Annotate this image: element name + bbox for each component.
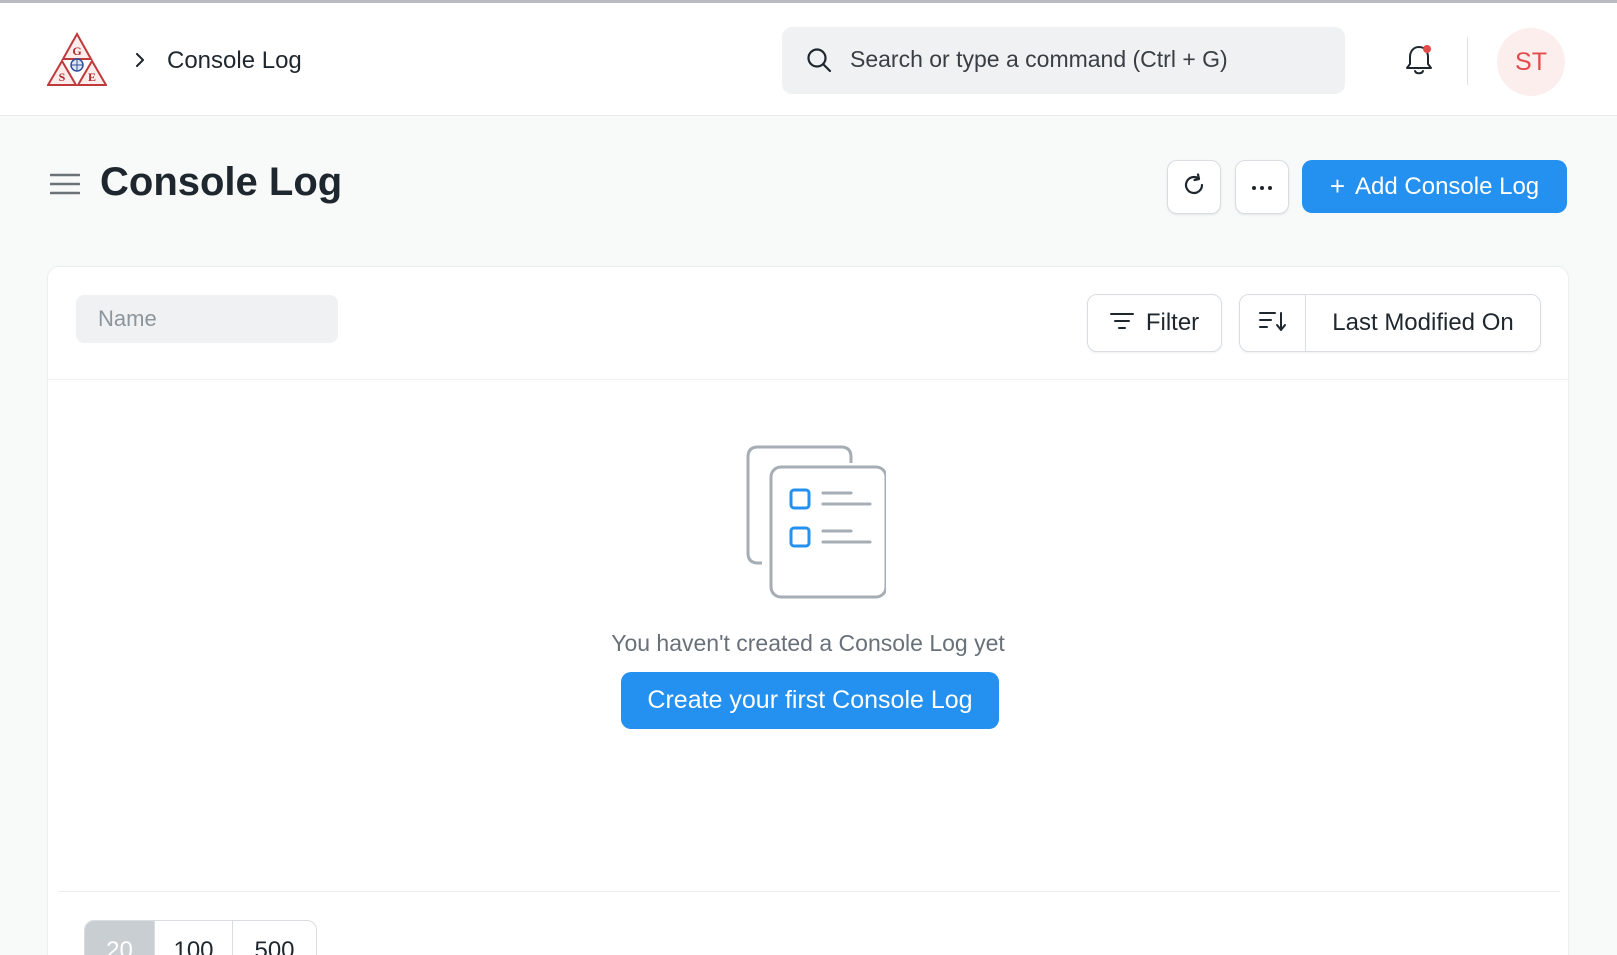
paging-divider bbox=[58, 891, 1560, 892]
empty-state-message: You haven't created a Console Log yet bbox=[611, 630, 1005, 656]
add-console-log-button[interactable]: + Add Console Log bbox=[1302, 160, 1567, 213]
sort-direction-button[interactable] bbox=[1240, 295, 1306, 351]
filter-button[interactable]: Filter bbox=[1087, 294, 1222, 352]
page-size-20-button[interactable]: 20 bbox=[85, 921, 155, 955]
page-size-500-button[interactable]: 500 bbox=[233, 921, 316, 955]
chevron-right-icon bbox=[133, 53, 147, 67]
search-icon bbox=[806, 47, 832, 73]
create-first-console-log-button[interactable]: Create your first Console Log bbox=[621, 672, 999, 729]
svg-text:E: E bbox=[88, 70, 96, 84]
svg-text:S: S bbox=[59, 70, 66, 84]
sort-selector: Last Modified On bbox=[1239, 294, 1541, 352]
plus-icon: + bbox=[1329, 171, 1346, 201]
refresh-button[interactable] bbox=[1167, 160, 1221, 214]
refresh-icon bbox=[1181, 172, 1207, 203]
filter-icon bbox=[1109, 309, 1134, 337]
notification-bell-icon[interactable] bbox=[1404, 43, 1434, 77]
page-size-100-button[interactable]: 100 bbox=[155, 921, 233, 955]
add-button-label: Add Console Log bbox=[1355, 172, 1540, 200]
empty-list-illustration-icon bbox=[736, 433, 888, 599]
toolbar-divider bbox=[48, 379, 1568, 380]
search-bar[interactable]: Search or type a command (Ctrl + G) bbox=[782, 27, 1345, 94]
search-placeholder: Search or type a command (Ctrl + G) bbox=[850, 46, 1228, 72]
more-options-button[interactable] bbox=[1235, 160, 1289, 214]
page-size-selector: 20 100 500 bbox=[84, 920, 317, 955]
sort-field-dropdown[interactable]: Last Modified On bbox=[1306, 295, 1540, 351]
list-card: Filter Last Modified On You haven't crea… bbox=[47, 266, 1569, 955]
filter-label: Filter bbox=[1145, 309, 1200, 336]
navbar: G S E Console Log Search or type a comma… bbox=[0, 3, 1617, 116]
svg-text:G: G bbox=[72, 44, 81, 58]
navbar-divider bbox=[1467, 37, 1468, 85]
more-horizontal-icon bbox=[1250, 178, 1274, 196]
page-title: Console Log bbox=[100, 160, 343, 204]
app-logo[interactable]: G S E bbox=[46, 31, 108, 87]
name-filter-input[interactable] bbox=[76, 295, 338, 343]
breadcrumb-console-log[interactable]: Console Log bbox=[167, 47, 302, 75]
sidebar-toggle-icon[interactable] bbox=[49, 172, 81, 196]
sort-descending-icon bbox=[1258, 310, 1287, 337]
user-avatar[interactable]: ST bbox=[1497, 28, 1565, 96]
